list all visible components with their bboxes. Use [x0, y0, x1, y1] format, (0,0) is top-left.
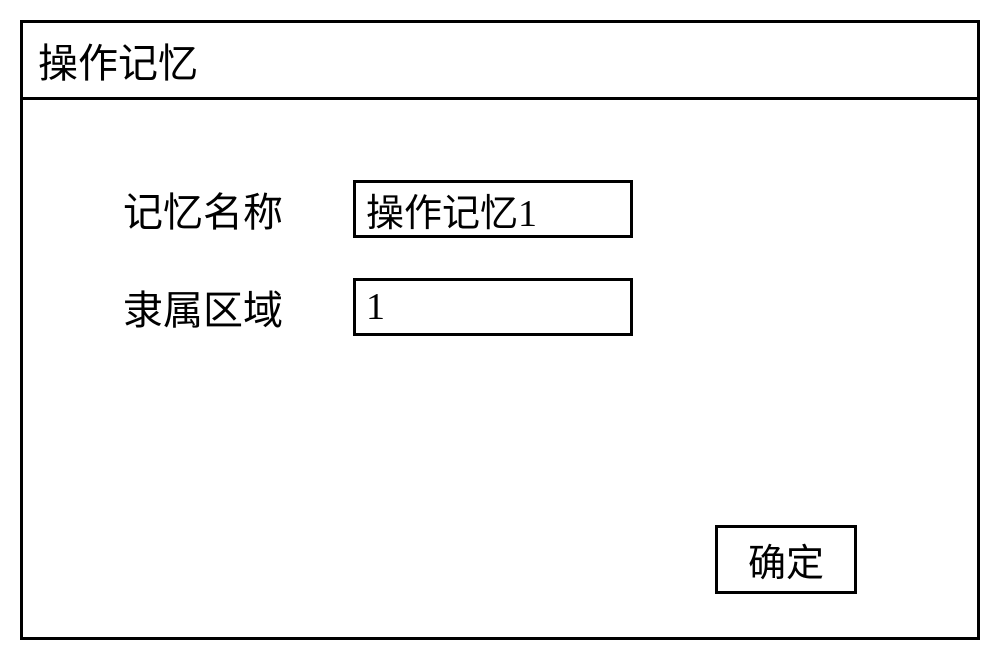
memory-name-label: 记忆名称	[123, 180, 353, 238]
confirm-button[interactable]: 确定	[715, 525, 857, 594]
button-row: 确定	[715, 525, 857, 594]
form-row-memory-name: 记忆名称	[123, 180, 917, 238]
belong-area-input[interactable]	[353, 278, 633, 336]
form-row-belong-area: 隶属区域	[123, 278, 917, 336]
belong-area-label: 隶属区域	[123, 278, 353, 336]
content-area: 记忆名称 隶属区域 确定	[23, 100, 977, 644]
title-bar: 操作记忆	[23, 23, 977, 100]
window-title: 操作记忆	[38, 41, 198, 86]
memory-name-input[interactable]	[353, 180, 633, 238]
dialog-window: 操作记忆 记忆名称 隶属区域 确定	[20, 20, 980, 640]
